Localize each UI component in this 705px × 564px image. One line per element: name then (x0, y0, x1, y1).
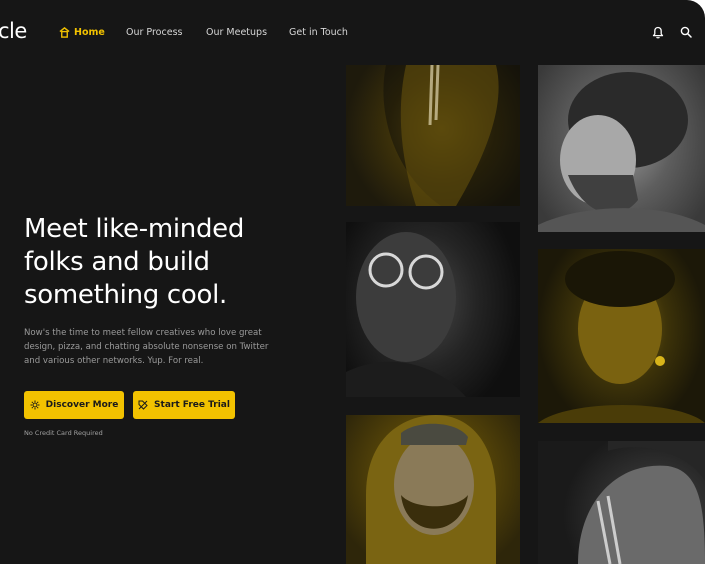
discover-more-label: Discover More (45, 400, 119, 410)
subtext-line-3: and various other networks. Yup. For rea… (24, 356, 204, 366)
nav-home[interactable]: Home (59, 27, 105, 38)
start-free-trial-label: Start Free Trial (154, 400, 230, 410)
start-free-trial-button[interactable]: Start Free Trial (133, 391, 235, 419)
photo-woman-earrings-yellow (538, 249, 705, 423)
headline-line-1: Meet like-minded (24, 214, 245, 244)
photo-curly-haired-man-grayscale (538, 65, 705, 232)
page: cle Home Our Process Our Meetups Get in … (0, 0, 705, 564)
nav-home-label: Home (74, 27, 105, 38)
home-icon (59, 27, 70, 38)
photo-man-face-paint-grayscale (538, 441, 705, 564)
logo[interactable]: cle (0, 19, 27, 43)
sun-icon (30, 400, 40, 410)
headline-line-3: something cool. (24, 280, 228, 310)
discover-more-button[interactable]: Discover More (24, 391, 124, 419)
nav-our-process[interactable]: Our Process (126, 27, 182, 38)
photo-man-face-paint-yellow (346, 65, 520, 206)
nav-get-in-touch[interactable]: Get in Touch (289, 27, 348, 38)
subtext-line-2: design, pizza, and chatting absolute non… (24, 342, 269, 352)
hero-subtext: Now's the time to meet fellow creatives … (24, 326, 294, 368)
tag-icon (138, 400, 148, 410)
no-credit-card-note: No Credit Card Required (24, 429, 103, 437)
nav-our-meetups[interactable]: Our Meetups (206, 27, 267, 38)
photo-man-sunglasses-grayscale (346, 222, 520, 397)
search-icon[interactable] (680, 26, 692, 38)
photo-bearded-man-hoodie-yellow (346, 415, 520, 564)
headline-line-2: folks and build (24, 247, 210, 277)
subtext-line-1: Now's the time to meet fellow creatives … (24, 328, 262, 338)
hero-headline: Meet like-minded folks and build somethi… (24, 213, 324, 312)
bell-icon[interactable] (652, 26, 664, 39)
